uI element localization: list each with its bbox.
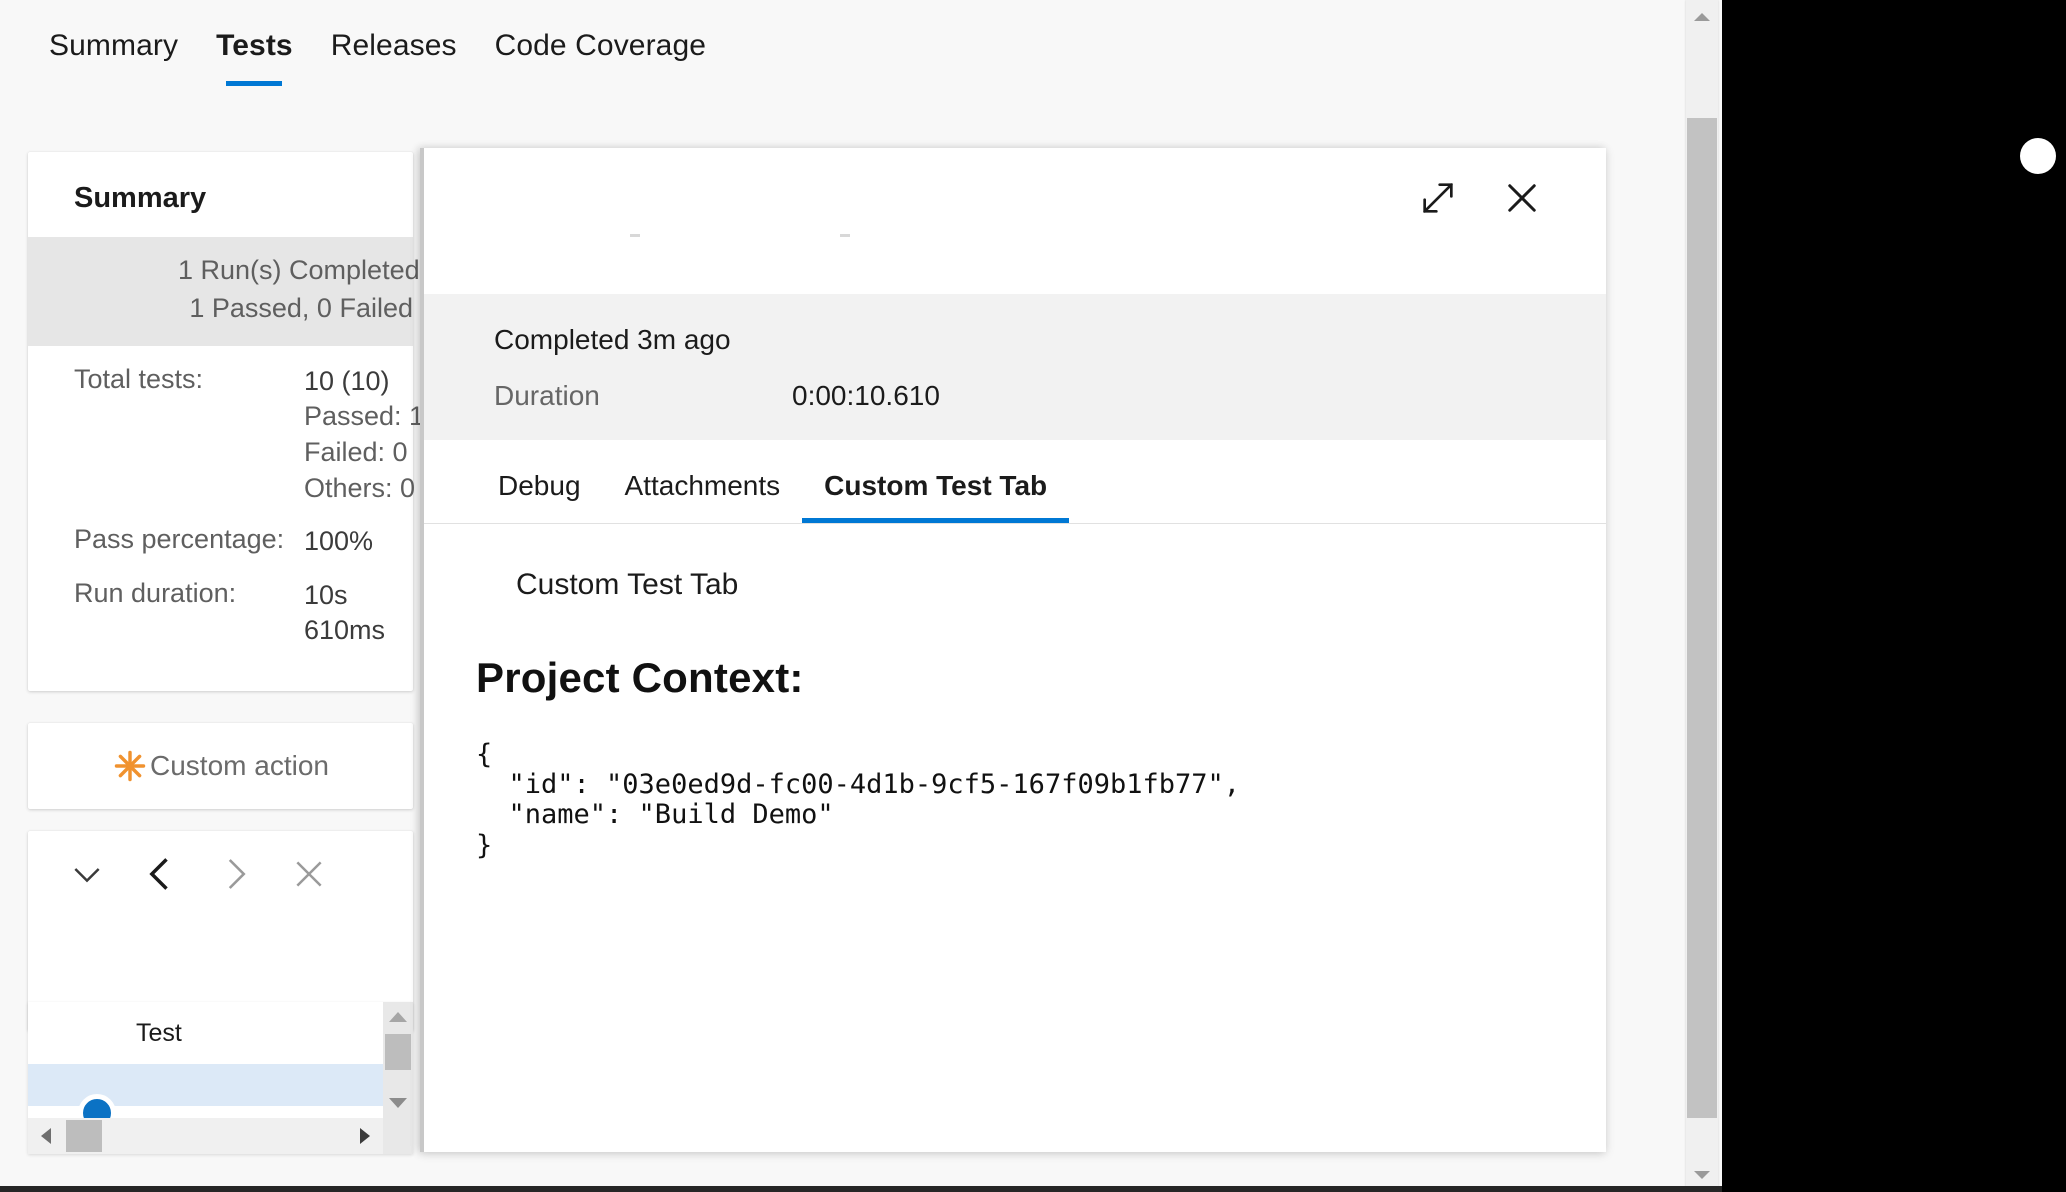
mouse-cursor (2020, 138, 2056, 174)
passed-failed-text: 1 Passed, 0 Failed (189, 293, 413, 324)
page-canvas: Summary Tests Releases Code Coverage Sum… (0, 0, 1722, 1192)
runs-completed-text: 1 Run(s) Completed (178, 255, 420, 285)
next-button[interactable] (198, 843, 272, 905)
detail-panel-body: Custom Test Tab Project Context: { "id":… (420, 524, 1606, 861)
chevron-down-icon (74, 868, 100, 883)
grid-horizontal-scroll-thumb[interactable] (66, 1120, 102, 1152)
project-context-code: { "id": "03e0ed9d-fc00-4d1b-9cf5-167f09b… (476, 739, 1241, 861)
tab-code-coverage[interactable]: Code Coverage (476, 0, 725, 92)
chevron-down-icon-button[interactable] (50, 843, 124, 905)
close-icon (1508, 184, 1536, 212)
custom-action-button[interactable]: Custom action (112, 748, 329, 784)
stat-total-tests: Total tests: 10 (10) Passed: 10 Failed: … (28, 346, 439, 507)
primary-tab-bar: Summary Tests Releases Code Coverage (0, 0, 1722, 127)
detail-status-block: Completed 3m ago Duration 0:00:10.610 (420, 294, 1606, 440)
detail-panel-tab-bar: Debug Attachments Custom Test Tab (420, 440, 1606, 524)
custom-action-label: Custom action (150, 750, 329, 782)
tab-summary-label: Summary (49, 29, 179, 62)
triangle-down-icon (389, 1098, 407, 1108)
body-subtitle: Custom Test Tab (516, 568, 739, 601)
placeholder-mark (840, 234, 850, 237)
stat-run-duration-values: 10s 610ms (304, 578, 385, 649)
summary-card-title: Summary (74, 182, 207, 214)
duration-row: Duration 0:00:10.610 (494, 380, 1606, 412)
chevron-left-icon (149, 858, 168, 890)
total-tests-count: 10 (10) (304, 365, 390, 396)
triangle-up-icon (389, 1012, 407, 1022)
run-duration-seconds: 10s (304, 579, 348, 610)
grid-vertical-scroll-thumb[interactable] (385, 1034, 411, 1070)
tab-releases[interactable]: Releases (312, 0, 476, 92)
grid-horizontal-scrollbar[interactable] (28, 1118, 383, 1154)
stat-pass-percentage: Pass percentage: 100% (28, 506, 413, 560)
close-panel-button[interactable] (1498, 174, 1546, 222)
scroll-left-button[interactable] (28, 1118, 64, 1154)
table-row[interactable] (28, 1064, 413, 1132)
panel-left-edge (420, 148, 424, 1152)
grid-column-header-test-label: Test (136, 1018, 182, 1047)
triangle-up-icon (1694, 13, 1710, 21)
page-scroll-thumb[interactable] (1687, 118, 1717, 1118)
test-detail-panel: Completed 3m ago Duration 0:00:10.610 De… (420, 148, 1606, 1152)
stat-total-tests-values: 10 (10) Passed: 10 Failed: 0 Others: 0 (304, 364, 439, 507)
scroll-down-button[interactable] (383, 1088, 413, 1118)
detail-panel-header (420, 148, 1606, 294)
test-results-grid: Test (28, 1002, 413, 1154)
stat-total-tests-label: Total tests: (74, 363, 204, 394)
tab-tests[interactable]: Tests (197, 0, 312, 92)
triangle-left-icon (41, 1128, 51, 1144)
grid-column-header-test[interactable]: Test (28, 1002, 413, 1064)
tab-summary[interactable]: Summary (30, 0, 197, 92)
left-summary-column: Summary 1 Run(s) Completed 1 Passed, 0 F… (28, 152, 439, 1032)
stat-pass-percentage-label: Pass percentage: (74, 524, 285, 555)
completed-text: Completed 3m ago (494, 324, 731, 355)
total-tests-others: Others: 0 (304, 472, 416, 503)
grid-vertical-scrollbar[interactable] (383, 1002, 413, 1154)
run-status-banner: 1 Run(s) Completed 1 Passed, 0 Failed (28, 237, 420, 346)
previous-button[interactable] (124, 843, 198, 905)
duration-label: Duration (494, 380, 600, 411)
tab-debug[interactable]: Debug (476, 449, 603, 523)
total-tests-passed: Passed: 10 (304, 401, 440, 432)
triangle-down-icon (1694, 1171, 1710, 1179)
triangle-right-icon (360, 1128, 370, 1144)
desktop-background (1722, 0, 2066, 1192)
run-duration-millis: 610ms (304, 615, 386, 646)
stat-run-duration-label: Run duration: (74, 577, 237, 608)
test-list-toolbar (28, 831, 413, 917)
duration-value: 0:00:10.610 (792, 380, 940, 411)
stat-pass-percentage-value: 100% (304, 526, 374, 557)
total-tests-failed: Failed: 0 (304, 436, 408, 467)
close-icon (296, 861, 322, 887)
stat-run-duration: Run duration: 10s 610ms (28, 560, 413, 649)
placeholder-mark (630, 234, 640, 237)
tab-releases-label: Releases (330, 29, 457, 62)
scroll-up-button[interactable] (383, 1002, 413, 1032)
panel-placeholder-marks (630, 234, 850, 237)
tab-custom-test-tab[interactable]: Custom Test Tab (802, 449, 1070, 523)
expand-icon (1423, 183, 1453, 213)
tab-code-coverage-label: Code Coverage (494, 29, 707, 62)
summary-card: Summary 1 Run(s) Completed 1 Passed, 0 F… (28, 152, 439, 692)
tab-custom-test-tab-label: Custom Test Tab (824, 470, 1048, 501)
page-vertical-scrollbar[interactable] (1686, 0, 1718, 1192)
asterisk-star-icon (114, 750, 146, 782)
tab-tests-label: Tests (216, 29, 293, 62)
summary-stats: Total tests: 10 (10) Passed: 10 Failed: … (28, 346, 439, 683)
window-bottom-edge (0, 1186, 1722, 1192)
project-context-heading: Project Context: (476, 654, 804, 701)
scroll-right-button[interactable] (347, 1118, 383, 1154)
detail-panel-header-actions (1414, 174, 1546, 222)
page-scroll-up-button[interactable] (1686, 0, 1718, 34)
tab-debug-label: Debug (498, 470, 581, 501)
tab-attachments-label: Attachments (624, 470, 781, 501)
tab-attachments[interactable]: Attachments (603, 449, 803, 523)
custom-action-card: Custom action (28, 723, 413, 810)
expand-panel-button[interactable] (1414, 174, 1462, 222)
chevron-right-icon (228, 859, 246, 889)
clear-button[interactable] (272, 843, 346, 905)
